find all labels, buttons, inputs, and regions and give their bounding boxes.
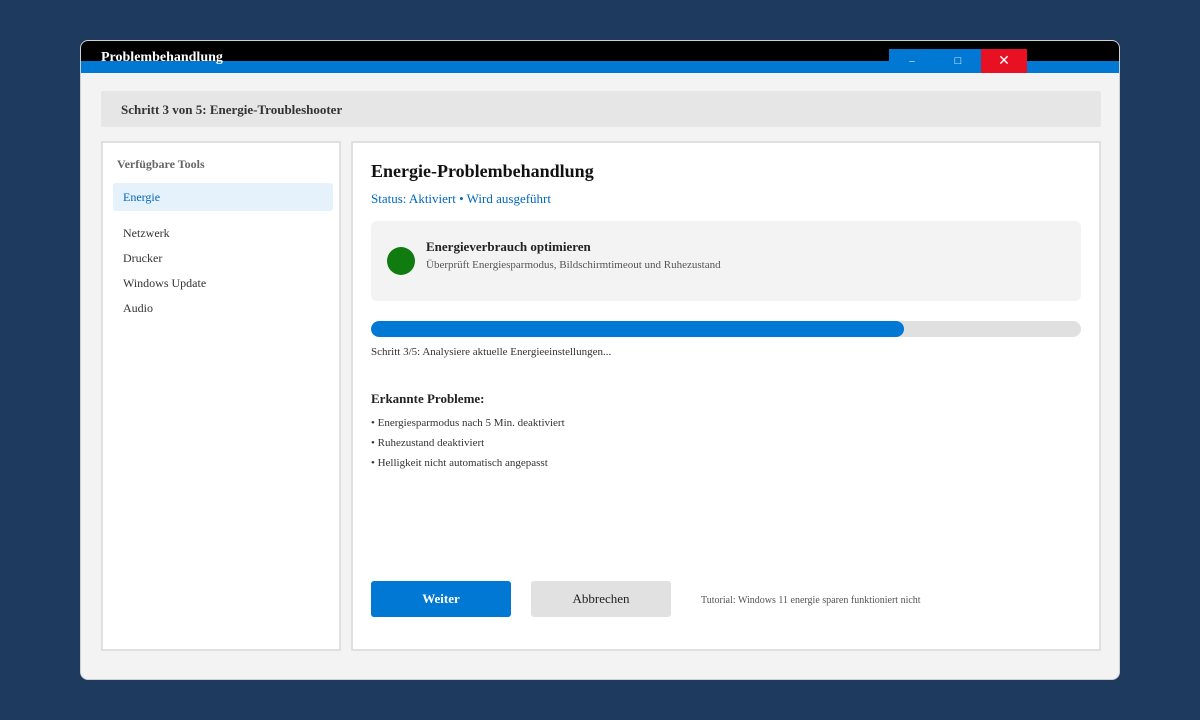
troubleshooter-window: Problembehandlung – □ ✕ Schritt 3 von 5:… (80, 40, 1120, 680)
sidebar-item-drucker[interactable]: Drucker (113, 244, 333, 272)
window-title: Problembehandlung (101, 50, 223, 65)
issue-item: • Helligkeit nicht automatisch angepasst (371, 457, 548, 469)
next-button[interactable]: Weiter (371, 581, 511, 617)
minimize-button[interactable]: – (889, 49, 935, 73)
tutorial-text: Tutorial: Windows 11 energie sparen funk… (701, 595, 921, 606)
maximize-button[interactable]: □ (935, 49, 981, 73)
sidebar-title: Verfügbare Tools (117, 157, 205, 171)
maximize-icon: □ (954, 55, 962, 67)
issues-title: Erkannte Probleme: (371, 391, 485, 406)
task-card: Energieverbrauch optimieren Überprüft En… (371, 221, 1081, 301)
close-icon: ✕ (998, 53, 1010, 69)
progress-text: Schritt 3/5: Analysiere aktuelle Energie… (371, 346, 612, 358)
sidebar-item-energie[interactable]: Energie (113, 183, 333, 211)
status-text: Status: Aktiviert • Wird ausgeführt (371, 191, 551, 206)
sidebar-item-audio[interactable]: Audio (113, 294, 333, 322)
task-description: Überprüft Energiesparmodus, Bildschirmti… (426, 259, 721, 271)
breadcrumb: Schritt 3 von 5: Energie-Troubleshooter (101, 91, 1101, 127)
status-indicator-icon (387, 247, 415, 275)
close-button[interactable]: ✕ (981, 49, 1027, 73)
issue-item: • Energiesparmodus nach 5 Min. deaktivie… (371, 417, 565, 429)
issue-item: • Ruhezustand deaktiviert (371, 437, 485, 449)
tools-sidebar: Verfügbare Tools Energie Netzwerk Drucke… (101, 141, 341, 651)
main-panel: Energie-Problembehandlung Status: Aktivi… (351, 141, 1101, 651)
cancel-button[interactable]: Abbrechen (531, 581, 671, 617)
task-title: Energieverbrauch optimieren (426, 239, 591, 254)
progress-bar (371, 321, 1081, 337)
title-bar[interactable]: Problembehandlung – □ ✕ (81, 41, 1119, 73)
sidebar-item-netzwerk[interactable]: Netzwerk (113, 219, 333, 247)
sidebar-item-windows-update[interactable]: Windows Update (113, 269, 333, 297)
progress-fill (371, 321, 904, 337)
page-title: Energie-Problembehandlung (371, 161, 594, 181)
minimize-icon: – (909, 55, 915, 67)
